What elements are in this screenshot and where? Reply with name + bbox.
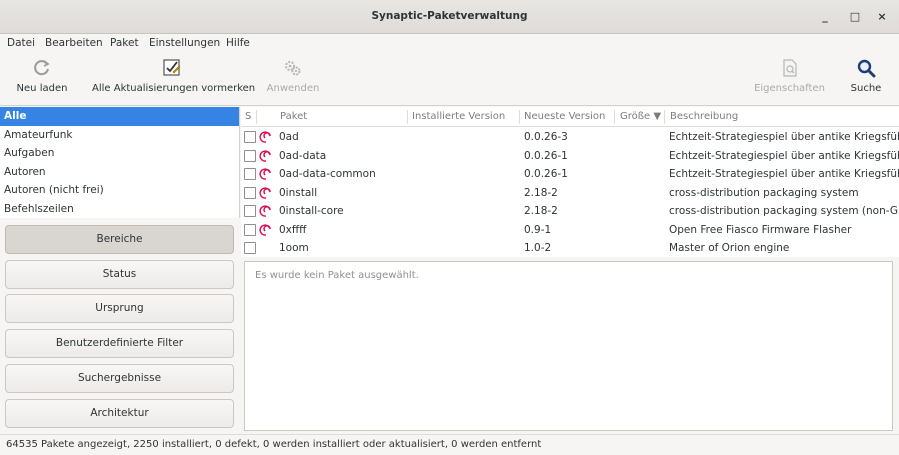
package-name: 1oom xyxy=(279,242,309,254)
latest-version: 0.0.26-1 xyxy=(524,149,568,162)
package-name: 0ad-data-common xyxy=(279,168,376,180)
package-table: S Paket Installierte Version Neueste Ver… xyxy=(241,107,899,257)
table-row[interactable]: 0ad-data-common 0.0.26-1 Echtzeit-Strate… xyxy=(241,165,899,184)
filter-status-button[interactable]: Status xyxy=(5,260,234,289)
column-latest-version[interactable]: Neueste Version xyxy=(524,111,605,122)
latest-version: 2.18-2 xyxy=(524,186,558,199)
package-name: 0install-core xyxy=(279,205,344,217)
search-button[interactable]: Suche xyxy=(842,58,890,102)
column-description[interactable]: Beschreibung xyxy=(670,111,738,122)
properties-label: Eigenschaften xyxy=(754,83,825,94)
reload-button[interactable]: Neu laden xyxy=(10,58,74,102)
table-row[interactable]: 1oom 1.0-2 Master of Orion engine xyxy=(241,239,899,257)
table-row[interactable]: 0ad-data 0.0.26-1 Echtzeit-Strategiespie… xyxy=(241,147,899,166)
menu-paket[interactable]: Paket xyxy=(110,37,139,49)
column-status[interactable]: S xyxy=(245,111,251,122)
package-details-pane: Es wurde kein Paket ausgewählt. xyxy=(244,261,893,431)
table-header: S Paket Installierte Version Neueste Ver… xyxy=(241,107,899,127)
latest-version: 0.0.26-3 xyxy=(524,131,568,143)
filter-origin-button[interactable]: Ursprung xyxy=(5,294,234,323)
package-name: 0install xyxy=(279,186,318,199)
search-icon xyxy=(857,59,876,78)
section-list: Alle Amateurfunk Aufgaben Autoren Autore… xyxy=(0,107,240,218)
package-name: 0ad-data xyxy=(279,149,327,162)
debian-icon xyxy=(259,168,271,180)
debian-icon xyxy=(259,186,271,199)
package-checkbox[interactable] xyxy=(244,149,256,162)
apply-label: Anwenden xyxy=(266,83,320,94)
minimize-button[interactable]: _ xyxy=(816,8,834,26)
package-description: Open Free Fiasco Firmware Flasher xyxy=(669,223,852,236)
toolbar: Neu laden Alle Aktualisierungen vormerke… xyxy=(0,54,899,106)
section-item-alle[interactable]: Alle xyxy=(0,107,239,126)
mark-upgrades-icon xyxy=(163,59,181,76)
package-description: cross-distribution packaging system (non… xyxy=(669,205,899,217)
reload-label: Neu laden xyxy=(16,83,68,94)
latest-version: 0.9-1 xyxy=(524,223,552,236)
package-checkbox[interactable] xyxy=(244,168,256,180)
status-text: 64535 Pakete angezeigt, 2250 installiert… xyxy=(6,439,542,450)
debian-icon xyxy=(259,131,271,143)
column-package[interactable]: Paket xyxy=(280,111,307,122)
filter-search-results-button[interactable]: Suchergebnisse xyxy=(5,364,234,393)
package-description: cross-distribution packaging system xyxy=(669,186,859,199)
section-item-autoren-nicht-frei[interactable]: Autoren (nicht frei) xyxy=(0,181,239,200)
mark-all-upgrades-button[interactable]: Alle Aktualisierungen vormerken xyxy=(92,58,256,102)
mark-all-label: Alle Aktualisierungen vormerken xyxy=(92,83,256,94)
filter-architecture-button[interactable]: Architektur xyxy=(5,399,234,428)
package-description: Master of Orion engine xyxy=(669,242,790,254)
package-checkbox[interactable] xyxy=(244,205,256,217)
menu-bearbeiten[interactable]: Bearbeiten xyxy=(45,37,103,49)
column-installed-version[interactable]: Installierte Version xyxy=(412,111,505,122)
column-size[interactable]: Größe ▼ xyxy=(620,111,661,122)
latest-version: 2.18-2 xyxy=(524,205,558,217)
table-row[interactable]: 0ad 0.0.26-3 Echtzeit-Strategiespiel übe… xyxy=(241,128,899,147)
reload-icon xyxy=(34,60,50,76)
title-bar: Synaptic-Paketverwaltung _ □ × xyxy=(0,0,899,34)
menu-einstellungen[interactable]: Einstellungen xyxy=(149,37,220,49)
search-label: Suche xyxy=(850,83,882,94)
properties-button[interactable]: Eigenschaften xyxy=(752,58,827,102)
latest-version: 1.0-2 xyxy=(524,242,552,254)
package-checkbox[interactable] xyxy=(244,131,256,143)
section-item-amateurfunk[interactable]: Amateurfunk xyxy=(0,126,239,145)
package-checkbox[interactable] xyxy=(244,223,256,236)
package-description: Echtzeit-Strategiespiel über antike Krie… xyxy=(669,168,899,180)
package-name: 0ad xyxy=(279,131,299,143)
menu-bar: Datei Bearbeiten Paket Einstellungen Hil… xyxy=(0,34,899,54)
section-item-autoren[interactable]: Autoren xyxy=(0,163,239,182)
package-description: Echtzeit-Strategiespiel über antike Krie… xyxy=(669,149,899,162)
debian-icon xyxy=(259,223,271,236)
table-row[interactable]: 0install-core 2.18-2 cross-distribution … xyxy=(241,202,899,221)
package-description: Echtzeit-Strategiespiel über antike Krie… xyxy=(669,131,899,143)
close-button[interactable]: × xyxy=(873,8,891,26)
filter-sections-button[interactable]: Bereiche xyxy=(5,225,234,254)
package-checkbox[interactable] xyxy=(244,186,256,199)
table-row[interactable]: 0install 2.18-2 cross-distribution packa… xyxy=(241,184,899,203)
status-bar: 64535 Pakete angezeigt, 2250 installiert… xyxy=(0,434,899,455)
maximize-button[interactable]: □ xyxy=(846,8,864,26)
details-placeholder: Es wurde kein Paket ausgewählt. xyxy=(255,270,419,281)
filter-custom-button[interactable]: Benutzerdefinierte Filter xyxy=(5,329,234,358)
package-checkbox[interactable] xyxy=(244,242,256,254)
table-row[interactable]: 0xffff 0.9-1 Open Free Fiasco Firmware F… xyxy=(241,221,899,240)
gears-icon xyxy=(285,61,301,76)
properties-icon xyxy=(782,59,797,77)
debian-icon xyxy=(259,205,271,217)
package-name: 0xffff xyxy=(279,223,307,236)
debian-icon xyxy=(259,149,271,162)
menu-hilfe[interactable]: Hilfe xyxy=(226,37,250,49)
section-item-befehlszeilen[interactable]: Befehlszeilen xyxy=(0,200,239,219)
apply-button[interactable]: Anwenden xyxy=(262,58,324,102)
window-title: Synaptic-Paketverwaltung xyxy=(371,10,528,22)
latest-version: 0.0.26-1 xyxy=(524,168,568,180)
menu-datei[interactable]: Datei xyxy=(7,37,35,49)
section-item-aufgaben[interactable]: Aufgaben xyxy=(0,144,239,163)
